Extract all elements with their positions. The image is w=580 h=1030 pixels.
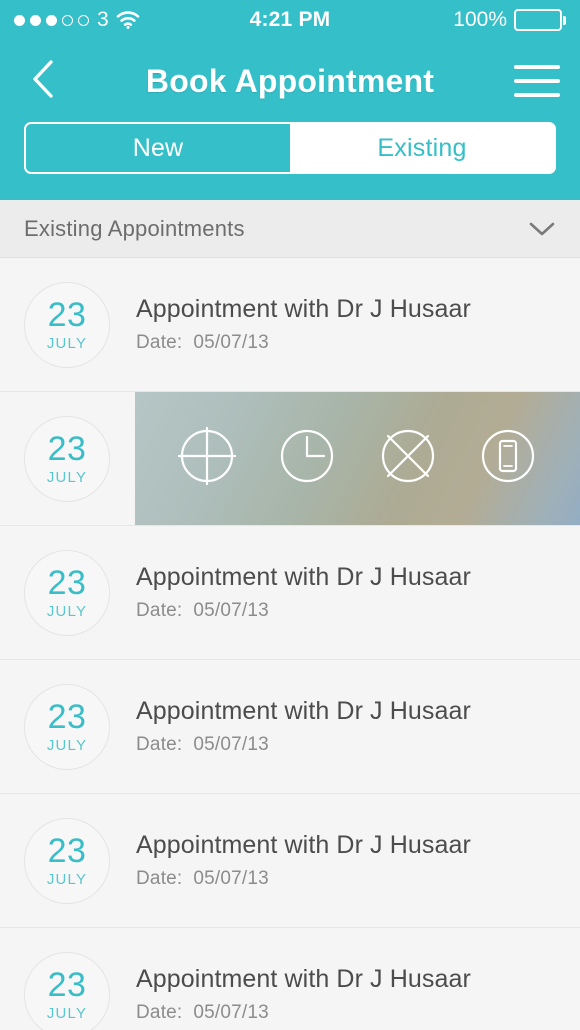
phone-icon — [479, 427, 537, 490]
date-badge: 23 JULY — [24, 683, 110, 770]
hamburger-menu-icon — [514, 93, 560, 97]
date-value: 05/07/13 — [193, 1002, 269, 1023]
battery-full-icon — [514, 9, 566, 31]
date-label: Date: — [136, 1002, 183, 1023]
date-badge: 23 JULY — [24, 951, 110, 1030]
table-row[interactable]: 23 JULY Appointment with Dr J Husaar Dat… — [0, 794, 580, 928]
date-value: 05/07/13 — [193, 734, 269, 755]
table-row[interactable]: 23 JULY Appointment with Dr J Husaar Dat… — [0, 526, 580, 660]
date-label: Date: — [136, 600, 183, 621]
battery-percent-label: 100% — [453, 8, 507, 31]
appointment-title: Appointment with Dr J Husaar — [136, 295, 471, 323]
date-badge: 23 JULY — [24, 817, 110, 904]
row-text: Appointment with Dr J Husaar Date: 05/07… — [136, 295, 471, 354]
badge-month: JULY — [46, 334, 88, 352]
segmented-control: New Existing — [24, 122, 556, 174]
appointment-date: Date: 05/07/13 — [136, 868, 471, 890]
badge-day: 23 — [47, 831, 87, 870]
status-bar: 3 4:21 PM 100% — [0, 0, 580, 40]
appointment-title: Appointment with Dr J Husaar — [136, 965, 471, 993]
badge-day: 23 — [47, 429, 87, 468]
row-text: Appointment with Dr J Husaar Date: 05/07… — [136, 697, 471, 756]
tab-existing[interactable]: Existing — [290, 124, 554, 172]
row-text: Appointment with Dr J Husaar Date: 05/07… — [136, 831, 471, 890]
add-appointment-action[interactable] — [178, 426, 237, 490]
hamburger-menu-icon — [514, 65, 560, 69]
page-title: Book Appointment — [145, 62, 435, 99]
appointment-date: Date: 05/07/13 — [136, 734, 471, 756]
existing-appointments-header[interactable]: Existing Appointments — [0, 200, 580, 258]
row-text: Appointment with Dr J Husaar Date: 05/07… — [136, 563, 471, 622]
badge-day: 23 — [47, 563, 87, 602]
row-text: Appointment with Dr J Husaar Date: 05/07… — [136, 965, 471, 1024]
date-label: Date: — [136, 734, 183, 755]
clock-icon — [278, 427, 336, 490]
tab-bar: New Existing — [0, 122, 580, 174]
appointment-title: Appointment with Dr J Husaar — [136, 563, 471, 591]
date-value: 05/07/13 — [193, 600, 269, 621]
close-x-icon — [379, 427, 437, 490]
hamburger-menu-button[interactable] — [514, 61, 562, 101]
badge-day: 23 — [47, 295, 87, 334]
date-badge: 23 JULY — [24, 415, 110, 502]
status-bar-right: 100% — [453, 8, 566, 32]
appointment-title: Appointment with Dr J Husaar — [136, 697, 471, 725]
badge-day: 23 — [47, 697, 87, 736]
tab-new[interactable]: New — [26, 124, 290, 172]
app-screen: 3 4:21 PM 100% Book Appointment New Exis… — [0, 0, 580, 1030]
date-badge: 23 JULY — [24, 549, 110, 636]
badge-month: JULY — [46, 870, 88, 888]
reschedule-action[interactable] — [278, 427, 336, 490]
cancel-appointment-action[interactable] — [379, 427, 437, 490]
badge-month: JULY — [46, 602, 88, 620]
table-row-swiped[interactable]: 23 JULY — [0, 392, 580, 526]
table-row[interactable]: 23 JULY Appointment with Dr J Husaar Dat… — [0, 928, 580, 1030]
hamburger-menu-icon — [514, 79, 560, 83]
swipe-action-panel — [135, 392, 580, 525]
date-label: Date: — [136, 332, 183, 353]
date-label: Date: — [136, 868, 183, 889]
call-action[interactable] — [479, 427, 537, 490]
chevron-down-icon[interactable] — [528, 220, 556, 238]
plus-icon — [178, 426, 237, 490]
date-badge: 23 JULY — [24, 281, 110, 368]
badge-day: 23 — [47, 965, 87, 1004]
appointment-date: Date: 05/07/13 — [136, 332, 471, 354]
section-title: Existing Appointments — [24, 215, 245, 241]
badge-month: JULY — [46, 468, 88, 486]
date-value: 05/07/13 — [193, 868, 269, 889]
appointment-date: Date: 05/07/13 — [136, 1002, 471, 1024]
table-row[interactable]: 23 JULY Appointment with Dr J Husaar Dat… — [0, 660, 580, 794]
navigation-bar-top: Book Appointment — [0, 40, 580, 122]
badge-month: JULY — [46, 736, 88, 754]
badge-month: JULY — [46, 1004, 88, 1022]
appointments-list: 23 JULY Appointment with Dr J Husaar Dat… — [0, 258, 580, 1030]
navigation-bar: Book Appointment New Existing — [0, 40, 580, 200]
appointment-date: Date: 05/07/13 — [136, 600, 471, 622]
appointment-title: Appointment with Dr J Husaar — [136, 831, 471, 859]
table-row[interactable]: 23 JULY Appointment with Dr J Husaar Dat… — [0, 258, 580, 392]
date-value: 05/07/13 — [193, 332, 269, 353]
